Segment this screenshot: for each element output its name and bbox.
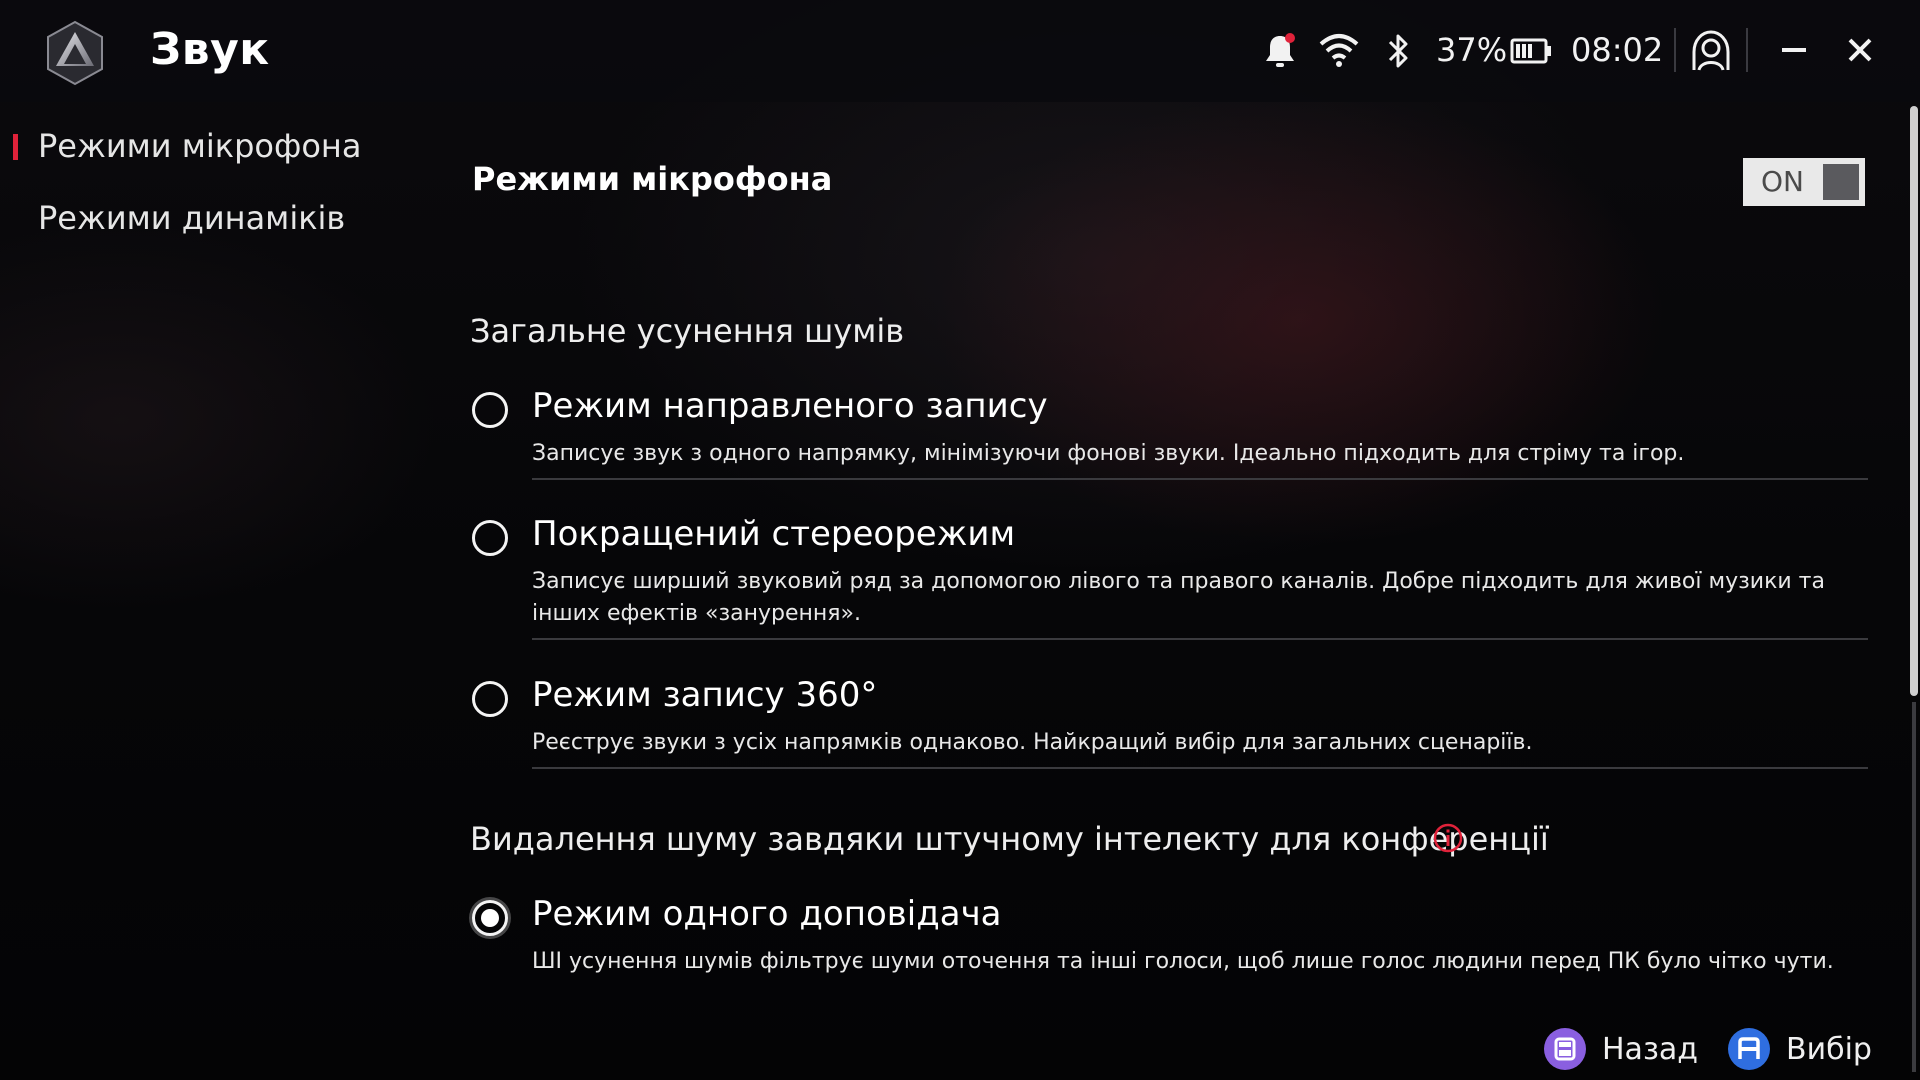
radio-button[interactable] xyxy=(472,681,508,717)
divider xyxy=(532,478,1868,480)
group-title-ai-noise-cancelation: Видалення шуму завдяки штучному інтелект… xyxy=(470,820,1549,858)
radio-button-checked[interactable] xyxy=(472,900,508,936)
button-a-icon xyxy=(1728,1028,1770,1070)
sidebar-item-label: Режими динаміків xyxy=(38,199,346,237)
header-divider xyxy=(1746,28,1748,72)
option-description: Записує звук з одного напрямку, мінімізу… xyxy=(532,441,1685,466)
select-label: Вибір xyxy=(1786,1032,1872,1067)
sidebar-item-speaker-modes[interactable]: Режими динаміків xyxy=(0,192,440,264)
sidebar-item-label: Режими мікрофона xyxy=(38,127,362,165)
option-title: Режим одного доповідача xyxy=(532,894,1002,934)
sidebar-item-microphone-modes[interactable]: Режими мікрофона xyxy=(0,120,440,192)
user-support-icon[interactable] xyxy=(1688,28,1734,72)
option-title: Режим запису 360° xyxy=(532,675,878,715)
option-description: Реєструє звуки з усіх напрямків однаково… xyxy=(532,730,1533,755)
back-label: Назад xyxy=(1602,1032,1699,1067)
group-title-noise-reduction: Загальне усунення шумів xyxy=(470,312,905,350)
battery-percent: 37% xyxy=(1436,31,1508,69)
wifi-icon[interactable] xyxy=(1318,32,1360,68)
battery-icon[interactable] xyxy=(1510,38,1552,64)
scrollbar-track xyxy=(1912,702,1916,1072)
divider xyxy=(532,767,1868,769)
app-window: Звук 37% 08:02 Режими мікрофона Режими д… xyxy=(0,0,1920,1080)
divider xyxy=(532,638,1868,640)
section-title: Режими мікрофона xyxy=(472,160,833,198)
radio-button[interactable] xyxy=(472,520,508,556)
info-icon[interactable] xyxy=(1432,822,1464,854)
close-icon[interactable] xyxy=(1836,26,1884,74)
option-title: Покращений стереорежим xyxy=(532,514,1016,554)
option-description: ШІ усунення шумів фільтрує шуми оточення… xyxy=(532,949,1834,974)
clock: 08:02 xyxy=(1571,31,1664,69)
title-bar: Звук 37% 08:02 xyxy=(0,0,1920,102)
button-b-icon xyxy=(1544,1028,1586,1070)
option-description: Записує ширший звуковий ряд за допомогою… xyxy=(532,569,1825,626)
app-title: Звук xyxy=(150,24,270,75)
radio-button[interactable] xyxy=(472,392,508,428)
minimize-icon[interactable] xyxy=(1770,26,1818,74)
scrollbar-thumb[interactable] xyxy=(1910,106,1918,696)
toggle-label: ON xyxy=(1761,165,1804,198)
toggle-knob xyxy=(1823,164,1859,200)
sidebar: Режими мікрофона Режими динаміків xyxy=(0,120,440,264)
option-title: Режим направленого запису xyxy=(532,386,1048,426)
bluetooth-icon[interactable] xyxy=(1384,32,1412,70)
armoury-crate-logo-icon xyxy=(44,20,106,86)
microphone-modes-toggle[interactable]: ON xyxy=(1743,158,1865,206)
scrollbar[interactable] xyxy=(1908,102,1920,1080)
header-divider xyxy=(1674,28,1676,72)
bell-icon[interactable] xyxy=(1262,32,1298,70)
